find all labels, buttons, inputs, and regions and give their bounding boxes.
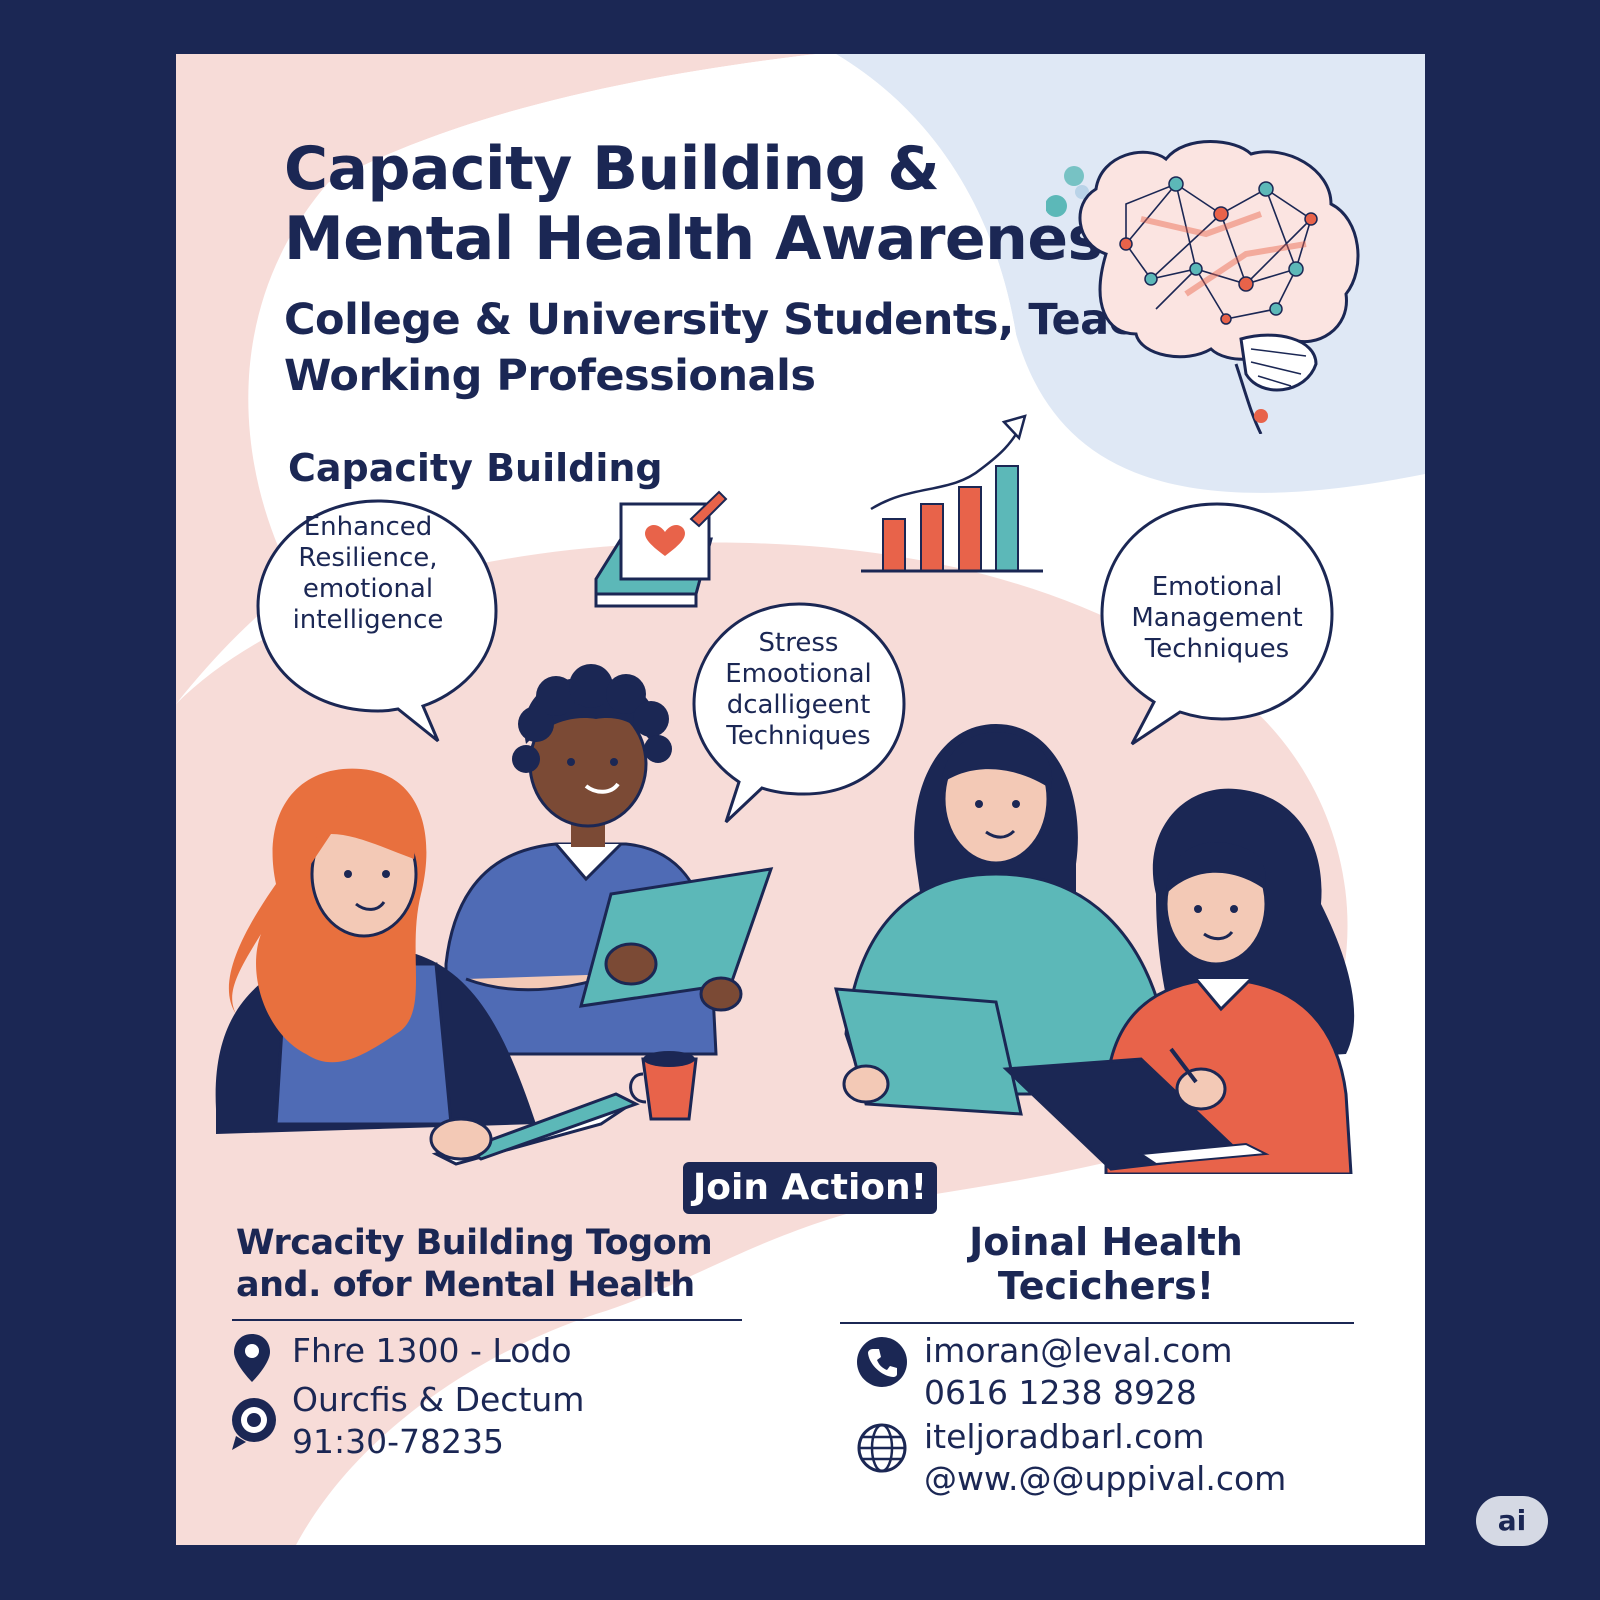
bubble-3-line-1: Emotional — [1151, 572, 1283, 602]
bottom-left-title-line-1: Wrcacity Building Togom — [236, 1223, 713, 1263]
location-text: Fhre 1300 - Lodo — [292, 1331, 572, 1370]
email-phone-text: imoran@leval.com 0616 1238 8928 — [924, 1330, 1233, 1414]
bubble-1-line-2: Resilience, — [298, 543, 438, 573]
bubble-1-line-1: Enhanced — [303, 512, 433, 542]
bubble-1-text: Enhanced Resilience, emotional intellige… — [268, 512, 468, 636]
bottom-right-title-line-2: Tecichers! — [997, 1264, 1215, 1308]
phone-icon — [857, 1337, 907, 1387]
phone-number[interactable]: 0616 1238 8928 — [924, 1372, 1233, 1414]
bottom-left-title: Wrcacity Building Togom and. ofor Mental… — [236, 1222, 713, 1306]
bottom-right-title-line-1: Joinal Health — [969, 1220, 1243, 1264]
bottom-right-title: Joinal Health Tecichers! — [936, 1220, 1276, 1308]
students-illustration — [215, 664, 1355, 1174]
bubble-1-line-3: emotional — [302, 574, 434, 604]
bottom-left-title-line-2: and. ofor Mental Health — [236, 1265, 695, 1305]
join-action-button[interactable]: Join Action! — [683, 1162, 937, 1214]
divider-left — [232, 1319, 742, 1321]
title-line-1: Capacity Building & — [284, 134, 940, 204]
ai-badge: ai — [1476, 1496, 1548, 1546]
globe-icon — [857, 1423, 907, 1473]
contact-line-1: Ourcfis & Dectum — [292, 1380, 585, 1419]
brain-icon — [1046, 140, 1360, 434]
website-link-2[interactable]: @ww.@@uppival.com — [924, 1458, 1286, 1500]
bubble-3-line-2: Management — [1131, 603, 1303, 633]
location-chat-icon — [232, 1398, 276, 1450]
divider-right — [840, 1322, 1354, 1324]
contact-line-2: 91:30-78235 — [292, 1422, 504, 1461]
web-text: iteljoradbarl.com @ww.@@uppival.com — [924, 1416, 1286, 1500]
email-link[interactable]: imoran@leval.com — [924, 1330, 1233, 1372]
title-line-2: Mental Health Awareness — [284, 204, 1138, 274]
bubble-1-line-4: intelligence — [292, 605, 444, 635]
person-curly-hair — [444, 664, 774, 1056]
poster: Capacity Building & Mental Health Awaren… — [176, 54, 1425, 1545]
coffee-mug — [629, 1051, 698, 1121]
website-link-1[interactable]: iteljoradbarl.com — [924, 1416, 1286, 1458]
contact-text: Ourcfis & Dectum 91:30-78235 — [292, 1379, 584, 1463]
poster-title: Capacity Building & Mental Health Awaren… — [284, 134, 1138, 274]
location-pin-icon — [234, 1334, 270, 1382]
